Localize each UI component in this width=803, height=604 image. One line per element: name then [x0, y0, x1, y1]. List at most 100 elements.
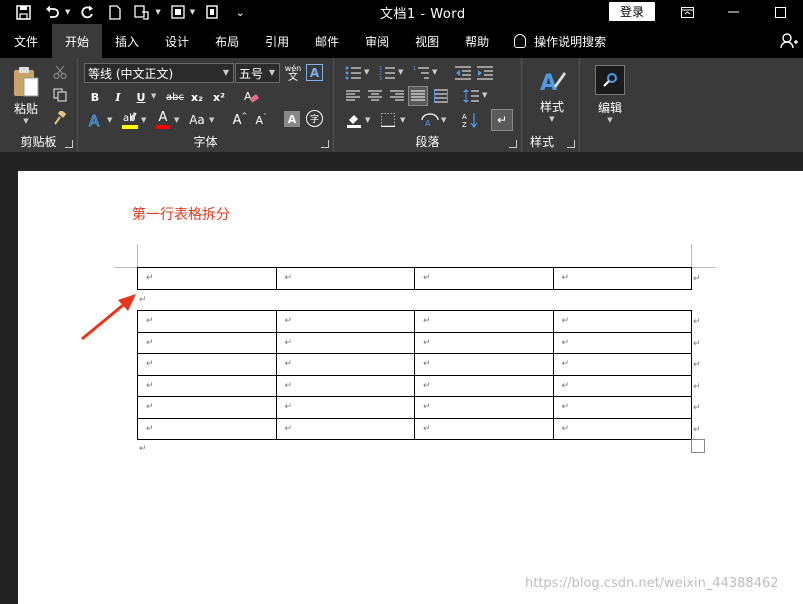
shrink-font-icon[interactable]: Aˇ [252, 110, 270, 130]
superscript-button[interactable]: x² [210, 88, 228, 106]
tab-mailings[interactable]: 邮件 [302, 24, 352, 58]
minimize-button[interactable] [710, 0, 756, 24]
show-marks-icon[interactable]: ↵ [491, 109, 513, 131]
ribbon-display-options-icon[interactable] [664, 0, 710, 24]
shading-dropdown-icon[interactable]: ▼ [365, 116, 370, 124]
subscript-button[interactable]: x₂ [188, 88, 206, 106]
bottom-table-cell[interactable]: ↵ [552, 310, 692, 333]
format-dropdown-icon[interactable]: ▼ [190, 8, 195, 16]
font-size-combobox[interactable]: 五号 ▼ [235, 63, 280, 83]
text-effects-dropdown-icon[interactable]: ▼ [107, 116, 112, 124]
editing-button[interactable]: 编辑 ▼ [588, 62, 632, 126]
strikethrough-button[interactable]: abc [164, 88, 186, 106]
bottom-table-cell[interactable]: ↵ [275, 396, 415, 419]
multilevel-dropdown-icon[interactable]: ▼ [432, 68, 437, 76]
enclose-char-icon[interactable]: 字 [306, 110, 323, 127]
bottom-table-cell[interactable]: ↵ [137, 374, 277, 397]
char-shading-icon[interactable]: A [284, 111, 300, 127]
numbering-icon[interactable]: 123 [378, 64, 396, 82]
bottom-table-cell[interactable]: ↵ [414, 374, 554, 397]
undo-dropdown-icon[interactable]: ▼ [65, 8, 70, 16]
bottom-table-cell[interactable]: ↵ [275, 374, 415, 397]
paragraph-launcher-icon[interactable] [509, 140, 517, 148]
align-left-icon[interactable] [344, 87, 362, 105]
login-button[interactable]: 登录 [609, 2, 655, 21]
table-resize-handle[interactable] [691, 439, 705, 453]
cut-icon[interactable] [52, 64, 68, 80]
italic-button[interactable]: I [109, 88, 127, 106]
tab-home[interactable]: 开始 [52, 24, 103, 58]
bold-button[interactable]: B [86, 88, 104, 106]
tab-help[interactable]: 帮助 [452, 24, 502, 58]
tab-design[interactable]: 设计 [152, 24, 202, 58]
align-right-icon[interactable] [388, 87, 406, 105]
highlight-dropdown-icon[interactable]: ▼ [141, 116, 146, 124]
top-table-cell[interactable]: ↵ [414, 267, 554, 290]
bottom-table-cell[interactable]: ↵ [552, 374, 692, 397]
touch-mode-icon[interactable] [132, 1, 152, 23]
change-case-dropdown-icon[interactable]: ▼ [209, 116, 214, 124]
text-effects-icon[interactable]: A [86, 110, 106, 130]
touch-dropdown-icon[interactable]: ▼ [155, 8, 160, 16]
new-doc-icon[interactable] [106, 1, 124, 23]
bottom-table-cell[interactable]: ↵ [275, 310, 415, 333]
font-launcher-icon[interactable] [321, 140, 329, 148]
tell-me-search[interactable]: 操作说明搜索 [502, 24, 606, 58]
line-spacing-dropdown-icon[interactable]: ▼ [482, 91, 487, 99]
bullets-dropdown-icon[interactable]: ▼ [364, 68, 369, 76]
borders-dropdown-icon[interactable]: ▼ [400, 116, 405, 124]
clipboard-launcher-icon[interactable] [65, 140, 73, 148]
top-table-cell[interactable]: ↵ [137, 267, 277, 290]
redo-icon[interactable] [78, 1, 96, 23]
numbering-dropdown-icon[interactable]: ▼ [398, 68, 403, 76]
top-table-cell[interactable]: ↵ [552, 267, 692, 290]
chinese-layout-icon[interactable]: A [420, 110, 440, 130]
align-center-icon[interactable] [366, 87, 384, 105]
font-color-icon[interactable]: A [154, 109, 172, 131]
font-name-dropdown-icon[interactable]: ▼ [223, 68, 229, 77]
styles-button[interactable]: A 样式 ▼ [530, 64, 574, 126]
tab-layout[interactable]: 布局 [202, 24, 252, 58]
bottom-table-cell[interactable]: ↵ [552, 396, 692, 419]
tab-view[interactable]: 视图 [402, 24, 452, 58]
page-icon[interactable] [203, 1, 221, 23]
char-border-icon[interactable]: A [306, 64, 323, 81]
copy-icon[interactable] [52, 87, 68, 103]
bottom-table-cell[interactable]: ↵ [414, 353, 554, 376]
bottom-table-cell[interactable]: ↵ [137, 331, 277, 354]
document-heading[interactable]: 第一行表格拆分 [132, 204, 230, 224]
undo-icon[interactable] [43, 1, 62, 23]
grow-font-icon[interactable]: A ^ [231, 110, 249, 130]
bottom-table-cell[interactable]: ↵ [137, 310, 277, 333]
share-person-icon[interactable] [780, 33, 798, 53]
bottom-table-cell[interactable]: ↵ [137, 353, 277, 376]
bottom-table-cell[interactable]: ↵ [414, 331, 554, 354]
clear-formatting-icon[interactable]: A [241, 87, 261, 107]
underline-button[interactable]: U [132, 88, 150, 106]
paste-button[interactable]: 粘贴 ▼ [8, 64, 44, 126]
format-doc-icon[interactable] [169, 1, 187, 23]
bottom-table-cell[interactable]: ↵ [275, 331, 415, 354]
font-name-combobox[interactable]: 等线 (中文正文) ▼ [84, 63, 234, 83]
underline-dropdown-icon[interactable]: ▼ [151, 92, 156, 100]
bottom-table-cell[interactable]: ↵ [137, 417, 277, 440]
multilevel-list-icon[interactable]: 1 [412, 64, 430, 82]
styles-launcher-icon[interactable] [567, 140, 575, 148]
split-table-top[interactable]: ↵ ↵ ↵ ↵ [137, 267, 692, 290]
shading-icon[interactable] [344, 110, 364, 130]
bottom-table-cell[interactable]: ↵ [552, 417, 692, 440]
justify-icon[interactable] [408, 86, 428, 106]
sort-icon[interactable]: AZ [460, 110, 480, 130]
chinese-layout-dropdown-icon[interactable]: ▼ [441, 116, 446, 124]
maximize-button[interactable] [757, 0, 803, 24]
font-color-dropdown-icon[interactable]: ▼ [174, 116, 179, 124]
tab-review[interactable]: 审阅 [352, 24, 402, 58]
bottom-table-cell[interactable]: ↵ [137, 396, 277, 419]
bottom-table-cell[interactable]: ↵ [552, 331, 692, 354]
font-size-dropdown-icon[interactable]: ▼ [269, 68, 275, 77]
bottom-table-cell[interactable]: ↵ [414, 396, 554, 419]
tab-file[interactable]: 文件 [0, 24, 52, 58]
document-page[interactable]: 第一行表格拆分 ↵ ↵ ↵ ↵ ↵ ↵ ↵ ↵ ↵ ↵ ↵ ↵ ↵ ↵ ↵ ↵ ↵ ↵ ↵ ↵ ↵ ↵ ↵ ↵ ↵ ↵ ↵ ↵ ↵… [18, 171, 803, 604]
styles-dropdown-icon[interactable]: ▼ [549, 115, 554, 123]
highlight-icon[interactable]: ab [120, 109, 140, 131]
